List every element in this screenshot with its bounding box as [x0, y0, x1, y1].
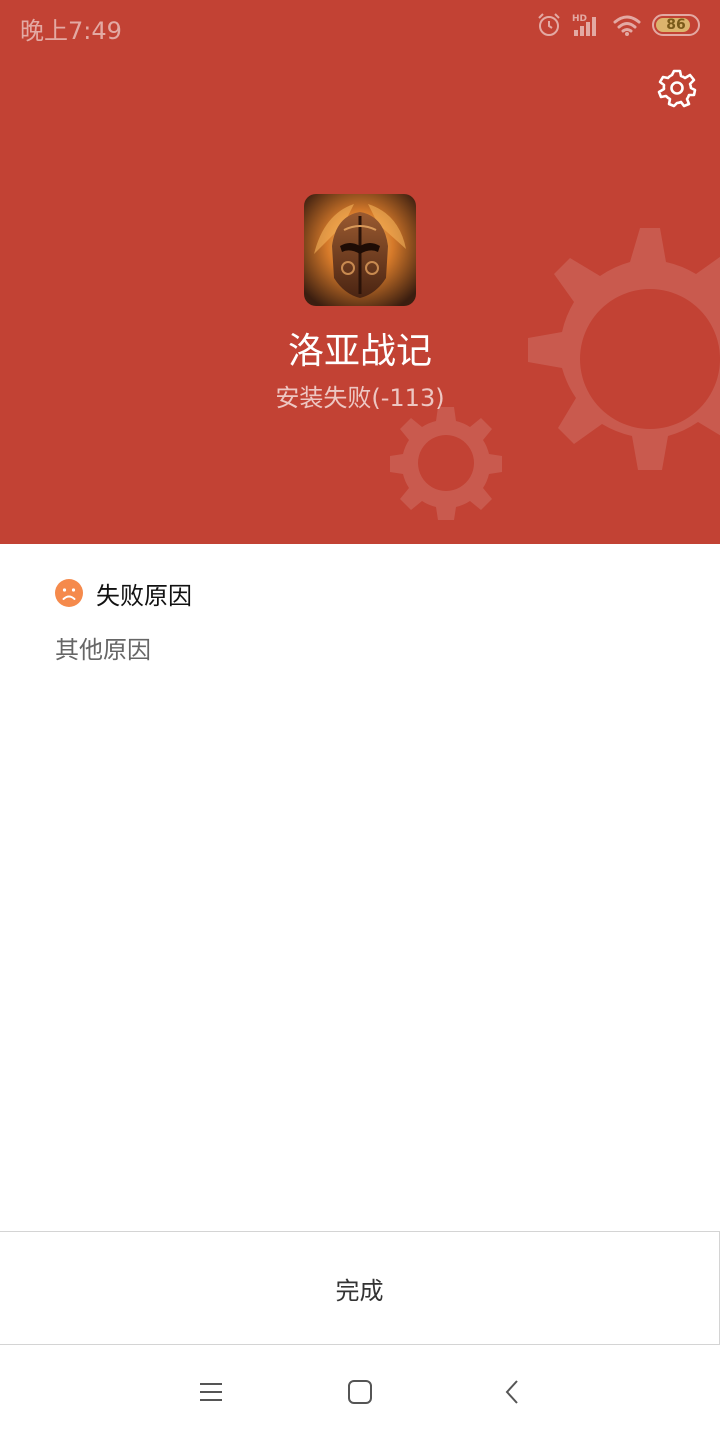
- status-bar: 晚上7:49 HD 86: [0, 0, 720, 52]
- navigation-bar: [0, 1345, 720, 1440]
- home-icon: [348, 1380, 372, 1404]
- menu-icon: [200, 1383, 222, 1401]
- status-time: 晚上7:49: [20, 17, 122, 45]
- app-icon: [304, 194, 416, 306]
- small-gear-decoration-icon: [390, 407, 502, 520]
- gear-icon: [657, 69, 697, 108]
- done-button-label: 完成: [335, 1276, 384, 1305]
- menu-button[interactable]: [189, 1372, 233, 1412]
- battery-level: 86: [666, 17, 686, 33]
- install-status: 安装失败(-113): [275, 384, 445, 412]
- hd-signal-icon: HD: [572, 14, 596, 36]
- home-button[interactable]: [338, 1372, 382, 1412]
- warrior-helmet-icon: [304, 194, 416, 306]
- failure-reason-text: 其他原因: [55, 636, 151, 664]
- app-name: 洛亚战记: [287, 331, 432, 372]
- status-icons: HD 86: [536, 10, 700, 40]
- failure-reason-title: 失败原因: [96, 581, 192, 610]
- hd-label: HD: [572, 14, 587, 24]
- done-button[interactable]: 完成: [0, 1231, 720, 1345]
- failure-reason-header: 失败原因: [55, 577, 192, 610]
- alarm-icon: [538, 13, 560, 36]
- header: 晚上7:49 HD 86 洛亚战记 安装失败(-113): [0, 0, 720, 544]
- settings-button[interactable]: [654, 65, 700, 111]
- back-button[interactable]: [490, 1372, 534, 1412]
- wifi-icon: [613, 15, 641, 36]
- back-icon: [505, 1380, 518, 1404]
- sad-face-icon: [55, 579, 83, 607]
- battery-icon: 86: [652, 14, 700, 36]
